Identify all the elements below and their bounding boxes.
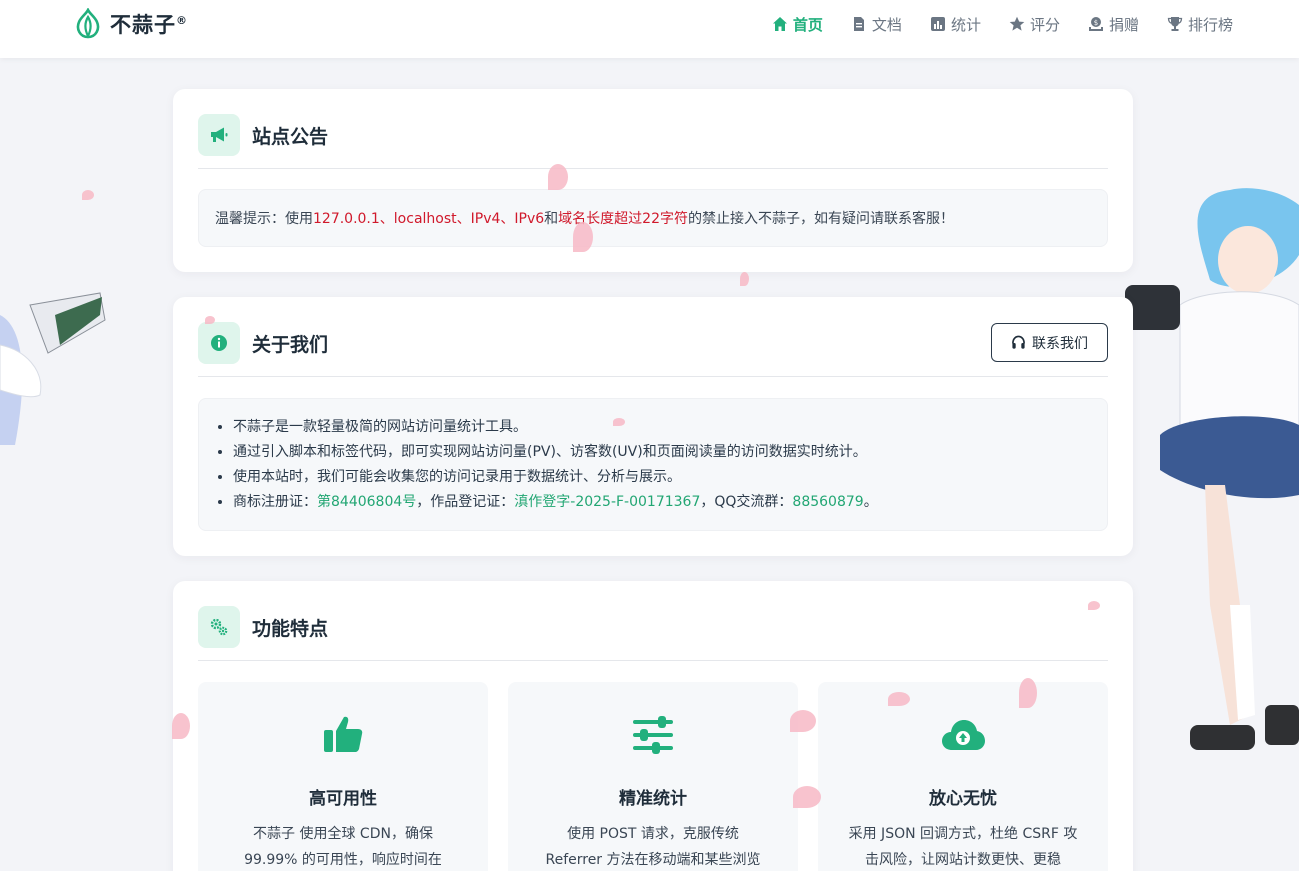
sakura-petal	[548, 164, 568, 190]
list-item-trademark: 商标注册证：第84406804号，作品登记证：滇作登字-2025-F-00171…	[233, 490, 1089, 515]
feature-accurate-stats: 精准统计 使用 POST 请求，克服传统 Referrer 方法在移动端和某些浏…	[508, 682, 798, 871]
features-card-header: 功能特点	[198, 606, 1108, 661]
features-card: 功能特点 高可用性 不蒜子 使用全球 CDN，确保 99.99% 的可用性，响应…	[173, 581, 1133, 871]
top-navbar: 不蒜子® 首页 文档 统计 评分 $ 捐赠 排行榜	[0, 0, 1299, 58]
about-icon-badge	[198, 322, 240, 364]
notice-card-header: 站点公告	[198, 114, 1108, 169]
right-decoration-illustration	[1125, 188, 1299, 750]
copyright-number-link[interactable]: 滇作登字-2025-F-00171367	[514, 494, 700, 510]
sliders-icon	[633, 716, 673, 754]
contact-us-button[interactable]: 联系我们	[991, 323, 1108, 362]
nav-item-ranking[interactable]: 排行榜	[1167, 14, 1233, 35]
notice-card: 站点公告 温馨提示：使用127.0.0.1、localhost、IPv4、IPv…	[173, 89, 1133, 272]
star-icon	[1009, 16, 1025, 31]
info-icon	[211, 335, 227, 351]
brand-name: 不蒜子®	[110, 13, 188, 37]
qq-group-link[interactable]: 88560879	[792, 494, 863, 510]
megaphone-icon	[211, 127, 228, 142]
about-card: 关于我们 联系我们 不蒜子是一款轻量极简的网站访问量统计工具。 通过引入脚本和标…	[173, 297, 1133, 556]
sakura-petal	[1088, 601, 1100, 610]
about-card-header: 关于我们 联系我们	[198, 322, 1108, 377]
notice-highlight-ips: 127.0.0.1、localhost、IPv4、IPv6	[313, 211, 545, 227]
sakura-petal	[82, 190, 94, 200]
sakura-petal	[205, 316, 215, 324]
garlic-logo-icon	[76, 8, 100, 39]
home-icon	[772, 17, 787, 31]
thumbs-up-icon	[324, 716, 363, 752]
about-list: 不蒜子是一款轻量极简的网站访问量统计工具。 通过引入脚本和标签代码，即可实现网站…	[198, 398, 1108, 531]
sakura-petal	[793, 786, 821, 808]
chart-icon	[930, 17, 945, 31]
features-icon-badge	[198, 606, 240, 648]
about-title: 关于我们	[252, 334, 329, 356]
notice-message: 温馨提示：使用127.0.0.1、localhost、IPv4、IPv6和域名长…	[198, 189, 1108, 247]
sakura-petal	[740, 272, 749, 286]
document-icon	[853, 17, 864, 31]
list-item: 使用本站时，我们可能会收集您的访问记录用于数据统计、分析与展示。	[233, 465, 1089, 490]
list-item: 通过引入脚本和标签代码，即可实现网站访问量(PV)、访客数(UV)和页面阅读量的…	[233, 440, 1089, 465]
list-item: 不蒜子是一款轻量极简的网站访问量统计工具。	[233, 415, 1089, 440]
headset-icon	[1012, 335, 1025, 349]
donate-icon: $	[1088, 17, 1103, 31]
sakura-petal	[1019, 678, 1037, 708]
left-decoration-illustration	[0, 292, 106, 445]
sakura-petal	[613, 418, 625, 426]
sakura-petal	[790, 710, 816, 732]
nav-item-stats[interactable]: 统计	[930, 14, 981, 35]
brand-logo[interactable]: 不蒜子®	[72, 8, 188, 40]
nav-menu: 首页 文档 统计 评分 $ 捐赠 排行榜	[744, 0, 1233, 48]
notice-icon-badge	[198, 114, 240, 156]
features-title: 功能特点	[252, 618, 329, 640]
svg-text:$: $	[1094, 19, 1098, 27]
nav-item-donate[interactable]: $ 捐赠	[1088, 14, 1139, 35]
features-grid: 高可用性 不蒜子 使用全球 CDN，确保 99.99% 的可用性，响应时间在 精…	[198, 682, 1108, 871]
feature-high-availability: 高可用性 不蒜子 使用全球 CDN，确保 99.99% 的可用性，响应时间在	[198, 682, 488, 871]
trophy-icon	[1167, 17, 1183, 31]
nav-item-docs[interactable]: 文档	[851, 14, 902, 35]
nav-item-home[interactable]: 首页	[772, 14, 823, 35]
sakura-petal	[172, 713, 190, 739]
trademark-number-link[interactable]: 第84406804号	[317, 494, 416, 510]
notice-title: 站点公告	[252, 126, 329, 148]
gears-icon	[210, 618, 228, 636]
cloud-upload-icon	[942, 720, 985, 750]
feature-worry-free: 放心无忧 采用 JSON 回调方式，杜绝 CSRF 攻击风险，让网站计数更快、更…	[818, 682, 1108, 871]
sakura-petal	[573, 222, 593, 252]
nav-item-rating[interactable]: 评分	[1009, 14, 1060, 35]
sakura-petal	[888, 692, 910, 706]
